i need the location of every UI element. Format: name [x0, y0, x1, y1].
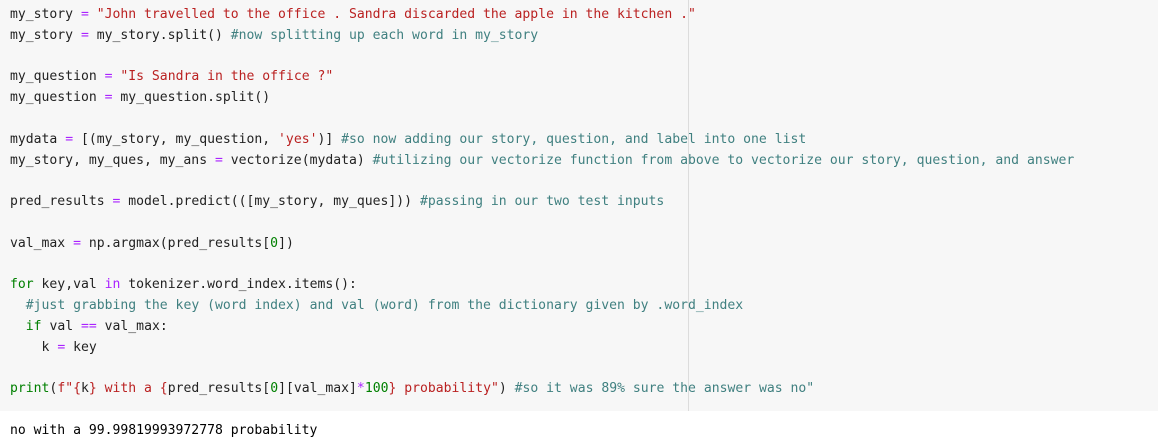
code-line: print(f"{k} with a {pred_results[0][val_…: [10, 379, 1158, 400]
output-text: no with a 99.99819993972778 probability: [10, 423, 318, 438]
code-token: pred_results[: [167, 381, 271, 397]
code-line: for key,val in tokenizer.word_index.item…: [10, 275, 1158, 296]
code-token: *: [356, 381, 365, 397]
code-token: for: [10, 277, 34, 293]
code-token: #utilizing our vectorize function from a…: [372, 152, 1075, 168]
code-token: "John travelled to the office . Sandra d…: [96, 7, 696, 22]
code-cell-input[interactable]: my_story = "John travelled to the office…: [0, 0, 1158, 411]
code-token: 100: [364, 381, 389, 397]
code-token: vectorize(mydata): [222, 152, 373, 168]
code-line: mydata = [(my_story, my_question, 'yes')…: [10, 130, 1158, 151]
code-token: #so it was 89% sure the answer was no": [514, 381, 815, 397]
code-token: print: [10, 381, 50, 397]
code-line: my_question = "Is Sandra in the office ?…: [10, 67, 1158, 88]
code-token: key,val: [33, 277, 105, 293]
code-line: k = key: [10, 338, 1158, 359]
code-line: my_story = "John travelled to the office…: [10, 5, 1158, 26]
code-token: ==: [80, 318, 97, 334]
code-token: =: [73, 235, 81, 251]
code-token: pred_results: [10, 194, 113, 210]
code-token: k: [80, 381, 89, 397]
code-token: my_story.split(): [88, 27, 231, 43]
code-line: my_story = my_story.split() #now splitti…: [10, 26, 1158, 47]
code-token: my_story: [10, 27, 81, 43]
code-token: key: [65, 339, 97, 355]
code-token: val_max: [10, 235, 74, 251]
code-token: val: [41, 318, 81, 334]
code-token: #just grabbing the key (word index) and …: [25, 298, 744, 314]
code-token: } with a {: [88, 381, 168, 397]
code-line: pred_results = model.predict(([my_story,…: [10, 192, 1158, 213]
code-token: 0: [270, 381, 279, 397]
code-token: [(my_story, my_question,: [73, 131, 279, 147]
code-token: if: [25, 318, 42, 334]
code-token: =: [65, 131, 74, 147]
code-token: ][val_max]: [278, 381, 357, 397]
code-token: =: [80, 27, 89, 43]
code-token: f"{: [57, 381, 81, 397]
code-token: 'yes': [278, 131, 318, 147]
code-token: )]: [317, 131, 342, 147]
code-token: =: [104, 90, 113, 106]
code-line: #just grabbing the key (word index) and …: [10, 296, 1158, 317]
code-token: =: [104, 69, 113, 85]
code-token: my_question.split(): [112, 90, 271, 106]
code-line: my_question = my_question.split(): [10, 88, 1158, 109]
code-token: 0: [270, 235, 279, 251]
code-line: my_story, my_ques, my_ans = vectorize(my…: [10, 151, 1158, 172]
code-token: mydata: [10, 131, 66, 147]
code-token: k: [10, 339, 58, 355]
code-token: my_question: [10, 90, 105, 106]
code-token: val_max:: [96, 318, 168, 334]
code-token: model.predict(([my_story, my_ques])): [120, 194, 420, 210]
code-token: } probability": [388, 381, 499, 397]
code-cell-output: no with a 99.99819993972778 probability: [0, 411, 1158, 447]
code-token: my_story: [10, 7, 81, 22]
code-token: tokenizer.word_index.items():: [120, 277, 357, 293]
code-token: ): [498, 381, 515, 397]
code-token: in: [104, 277, 121, 293]
code-token: my_question: [10, 69, 105, 85]
code-token: #passing in our two test inputs: [419, 194, 665, 210]
code-editor[interactable]: my_story = "John travelled to the office…: [10, 5, 1158, 400]
code-token: my_story, my_ques, my_ans: [10, 152, 215, 168]
code-token: #so now adding our story, question, and …: [341, 131, 807, 147]
code-token: ]): [278, 235, 294, 251]
code-token: np.argmax(pred_results[: [80, 235, 271, 251]
code-token: =: [214, 152, 223, 168]
code-token: =: [80, 7, 89, 22]
code-line: val_max = np.argmax(pred_results[0]): [10, 234, 1158, 255]
code-token: "Is Sandra in the office ?": [120, 69, 334, 85]
code-line: if val == val_max:: [10, 317, 1158, 338]
code-token: #now splitting up each word in my_story: [230, 27, 539, 43]
